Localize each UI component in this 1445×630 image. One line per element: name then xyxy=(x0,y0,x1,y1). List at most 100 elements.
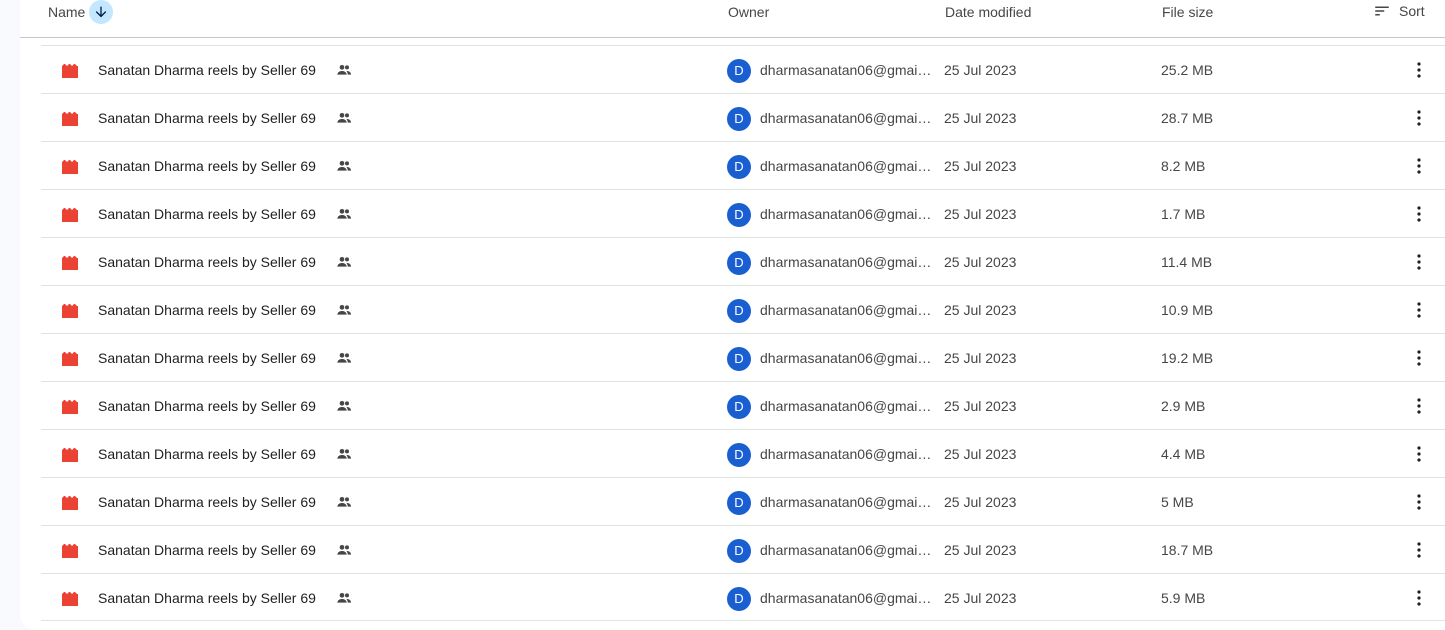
date-modified: 25 Jul 2023 xyxy=(944,398,1017,414)
video-file-icon xyxy=(62,112,78,126)
owner-column-header[interactable]: Owner xyxy=(728,4,769,20)
file-name[interactable]: Sanatan Dharma reels by Seller 69 xyxy=(98,158,316,174)
file-list-panel: Name Owner Date modified File size Sort … xyxy=(20,0,1445,630)
date-modified: 25 Jul 2023 xyxy=(944,446,1017,462)
owner-avatar[interactable]: D xyxy=(727,251,751,275)
shared-people-icon xyxy=(337,113,351,123)
file-name[interactable]: Sanatan Dharma reels by Seller 69 xyxy=(98,206,316,222)
owner-avatar[interactable]: D xyxy=(727,491,751,515)
more-vert-icon[interactable] xyxy=(1407,348,1431,368)
arrow-down-icon[interactable] xyxy=(89,0,114,24)
file-size: 25.2 MB xyxy=(1161,62,1214,78)
shared-people-icon xyxy=(337,305,351,315)
file-row[interactable]: Sanatan Dharma reels by Seller 69 D dhar… xyxy=(41,93,1445,141)
shared-people-icon xyxy=(337,209,351,219)
file-row[interactable]: Sanatan Dharma reels by Seller 69 D dhar… xyxy=(41,237,1445,285)
name-column-header[interactable]: Name xyxy=(48,0,114,24)
date-modified: 25 Jul 2023 xyxy=(944,206,1017,222)
owner-email: dharmasanatan06@gmail.com xyxy=(760,542,934,558)
video-file-icon xyxy=(62,592,78,606)
file-row[interactable]: Sanatan Dharma reels by Seller 69 D dhar… xyxy=(41,45,1445,93)
sort-button-label: Sort xyxy=(1399,3,1425,19)
video-file-icon xyxy=(62,544,78,558)
owner-email: dharmasanatan06@gmail.com xyxy=(760,110,934,126)
column-header-bar: Name Owner Date modified File size Sort xyxy=(20,0,1445,38)
video-file-icon xyxy=(62,496,78,510)
file-name[interactable]: Sanatan Dharma reels by Seller 69 xyxy=(98,350,316,366)
name-header-label: Name xyxy=(48,4,86,20)
file-name[interactable]: Sanatan Dharma reels by Seller 69 xyxy=(98,302,316,318)
more-vert-icon[interactable] xyxy=(1407,396,1431,416)
file-size: 1.7 MB xyxy=(1161,206,1206,222)
more-vert-icon[interactable] xyxy=(1407,252,1431,272)
owner-avatar[interactable]: D xyxy=(727,395,751,419)
more-vert-icon[interactable] xyxy=(1407,300,1431,320)
file-size-column-header[interactable]: File size xyxy=(1162,4,1213,20)
owner-email: dharmasanatan06@gmail.com xyxy=(760,590,934,606)
shared-people-icon xyxy=(337,161,351,171)
owner-email: dharmasanatan06@gmail.com xyxy=(760,350,934,366)
file-row[interactable]: Sanatan Dharma reels by Seller 69 D dhar… xyxy=(41,525,1445,573)
shared-people-icon xyxy=(337,545,351,555)
owner-avatar[interactable]: D xyxy=(727,539,751,563)
file-size: 5 MB xyxy=(1161,494,1194,510)
owner-avatar[interactable]: D xyxy=(727,587,751,611)
file-name[interactable]: Sanatan Dharma reels by Seller 69 xyxy=(98,398,316,414)
date-modified: 25 Jul 2023 xyxy=(944,350,1017,366)
date-modified: 25 Jul 2023 xyxy=(944,254,1017,270)
more-vert-icon[interactable] xyxy=(1407,108,1431,128)
more-vert-icon[interactable] xyxy=(1407,588,1431,608)
file-name[interactable]: Sanatan Dharma reels by Seller 69 xyxy=(98,62,316,78)
file-size: 18.7 MB xyxy=(1161,542,1214,558)
video-file-icon xyxy=(62,448,78,462)
owner-avatar[interactable]: D xyxy=(727,107,751,131)
video-file-icon xyxy=(62,256,78,270)
owner-avatar[interactable]: D xyxy=(727,203,751,227)
more-vert-icon[interactable] xyxy=(1407,492,1431,512)
file-name[interactable]: Sanatan Dharma reels by Seller 69 xyxy=(98,590,316,606)
file-size: 5.9 MB xyxy=(1161,590,1206,606)
owner-email: dharmasanatan06@gmail.com xyxy=(760,446,934,462)
more-vert-icon[interactable] xyxy=(1407,444,1431,464)
sort-lines-icon xyxy=(1375,6,1389,16)
file-row[interactable]: Sanatan Dharma reels by Seller 69 D dhar… xyxy=(41,189,1445,237)
file-row[interactable]: Sanatan Dharma reels by Seller 69 D dhar… xyxy=(41,285,1445,333)
file-name[interactable]: Sanatan Dharma reels by Seller 69 xyxy=(98,542,316,558)
more-vert-icon[interactable] xyxy=(1407,204,1431,224)
file-row[interactable]: Sanatan Dharma reels by Seller 69 D dhar… xyxy=(41,333,1445,381)
owner-avatar[interactable]: D xyxy=(727,347,751,371)
more-vert-icon[interactable] xyxy=(1407,60,1431,80)
owner-avatar[interactable]: D xyxy=(727,443,751,467)
shared-people-icon xyxy=(337,353,351,363)
more-vert-icon[interactable] xyxy=(1407,156,1431,176)
owner-avatar[interactable]: D xyxy=(727,299,751,323)
file-name[interactable]: Sanatan Dharma reels by Seller 69 xyxy=(98,494,316,510)
file-name[interactable]: Sanatan Dharma reels by Seller 69 xyxy=(98,110,316,126)
video-file-icon xyxy=(62,304,78,318)
file-row[interactable]: Sanatan Dharma reels by Seller 69 D dhar… xyxy=(41,429,1445,477)
date-modified: 25 Jul 2023 xyxy=(944,302,1017,318)
file-size: 8.2 MB xyxy=(1161,158,1206,174)
more-vert-icon[interactable] xyxy=(1407,540,1431,560)
owner-avatar[interactable]: D xyxy=(727,59,751,83)
date-modified: 25 Jul 2023 xyxy=(944,158,1017,174)
date-modified: 25 Jul 2023 xyxy=(944,110,1017,126)
video-file-icon xyxy=(62,352,78,366)
file-name[interactable]: Sanatan Dharma reels by Seller 69 xyxy=(98,254,316,270)
file-size: 28.7 MB xyxy=(1161,110,1214,126)
file-row[interactable]: Sanatan Dharma reels by Seller 69 D dhar… xyxy=(41,381,1445,429)
owner-email: dharmasanatan06@gmail.com xyxy=(760,494,934,510)
owner-email: dharmasanatan06@gmail.com xyxy=(760,206,934,222)
file-row[interactable]: Sanatan Dharma reels by Seller 69 D dhar… xyxy=(41,573,1445,621)
date-modified-column-header[interactable]: Date modified xyxy=(945,4,1031,20)
file-row[interactable]: Sanatan Dharma reels by Seller 69 D dhar… xyxy=(41,141,1445,189)
owner-email: dharmasanatan06@gmail.com xyxy=(760,254,934,270)
file-name[interactable]: Sanatan Dharma reels by Seller 69 xyxy=(98,446,316,462)
video-file-icon xyxy=(62,160,78,174)
video-file-icon xyxy=(62,64,78,78)
owner-email: dharmasanatan06@gmail.com xyxy=(760,158,934,174)
file-row[interactable]: Sanatan Dharma reels by Seller 69 D dhar… xyxy=(41,477,1445,525)
owner-avatar[interactable]: D xyxy=(727,155,751,179)
sort-button[interactable]: Sort xyxy=(1373,2,1425,20)
shared-people-icon xyxy=(337,449,351,459)
